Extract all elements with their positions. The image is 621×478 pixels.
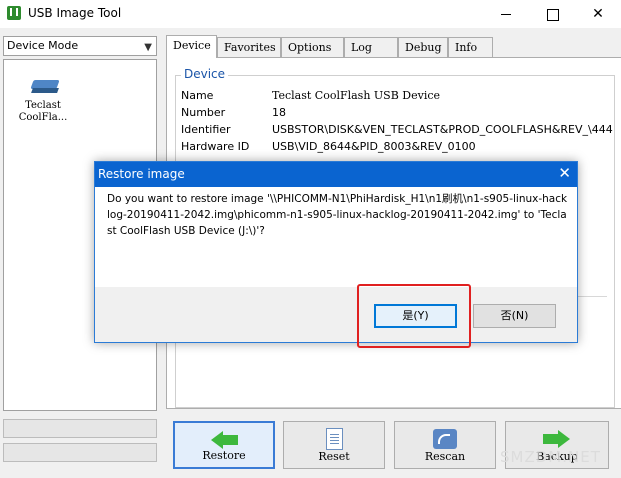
- progress-bar-secondary: [3, 443, 157, 462]
- minimize-button[interactable]: [483, 0, 529, 28]
- info-value: 18: [272, 106, 286, 119]
- rescan-button-label: Rescan: [424, 450, 466, 463]
- title-bar: USB Image Tool ✕: [0, 0, 621, 28]
- close-button[interactable]: ✕: [575, 0, 621, 28]
- restore-button[interactable]: Restore: [173, 421, 275, 469]
- info-key: Identifier: [181, 123, 231, 136]
- window-title: USB Image Tool: [28, 6, 122, 20]
- reset-button-label: Reset: [318, 450, 350, 463]
- info-key: Number: [181, 106, 226, 119]
- app-icon: [7, 6, 21, 20]
- tab-options[interactable]: Options: [281, 37, 344, 58]
- progress-bar-primary: [3, 419, 157, 438]
- dialog-title: Restore image: [98, 167, 185, 181]
- chevron-down-icon: ▼: [144, 42, 152, 53]
- dialog-title-bar: Restore image ✕: [95, 162, 577, 187]
- reset-button[interactable]: Reset: [283, 421, 385, 469]
- tab-debug[interactable]: Debug: [398, 37, 448, 58]
- watermark: SMZDM.NET: [500, 448, 601, 466]
- info-key: Hardware ID: [181, 140, 250, 153]
- document-icon: [326, 428, 343, 450]
- mode-dropdown-value: Device Mode: [7, 39, 79, 52]
- tab-log[interactable]: Log: [344, 37, 398, 58]
- tab-device[interactable]: Device: [166, 35, 217, 58]
- restore-button-label: Restore: [202, 449, 246, 462]
- dialog-close-icon[interactable]: ✕: [558, 164, 571, 182]
- tab-favorites[interactable]: Favorites: [217, 37, 281, 58]
- rescan-button[interactable]: Rescan: [394, 421, 496, 469]
- rescan-icon: [433, 429, 457, 449]
- restore-dialog: Restore image ✕ Do you want to restore i…: [94, 161, 578, 343]
- device-item[interactable]: Teclast CoolFla...: [10, 76, 76, 142]
- device-group-title: Device: [181, 67, 229, 81]
- info-value: USB\VID_8644&PID_8003&REV_0100: [272, 140, 476, 153]
- usb-drive-icon: [32, 80, 58, 94]
- maximize-button[interactable]: [529, 0, 575, 28]
- info-value: USBSTOR\DISK&VEN_TECLAST&PROD_COOLFLASH&…: [272, 123, 613, 136]
- device-item-label: Teclast CoolFla...: [10, 100, 76, 124]
- arrow-left-icon: [211, 431, 239, 449]
- dialog-message: Do you want to restore image '\\PHICOMM-…: [107, 193, 568, 237]
- no-button[interactable]: 否(N): [473, 304, 556, 328]
- arrow-right-icon: [542, 430, 570, 448]
- tab-info[interactable]: Info: [448, 37, 493, 58]
- mode-dropdown[interactable]: Device Mode ▼: [3, 36, 157, 56]
- info-key: Name: [181, 89, 214, 102]
- info-value: Teclast CoolFlash USB Device: [272, 89, 441, 102]
- yes-button[interactable]: 是(Y): [374, 304, 457, 328]
